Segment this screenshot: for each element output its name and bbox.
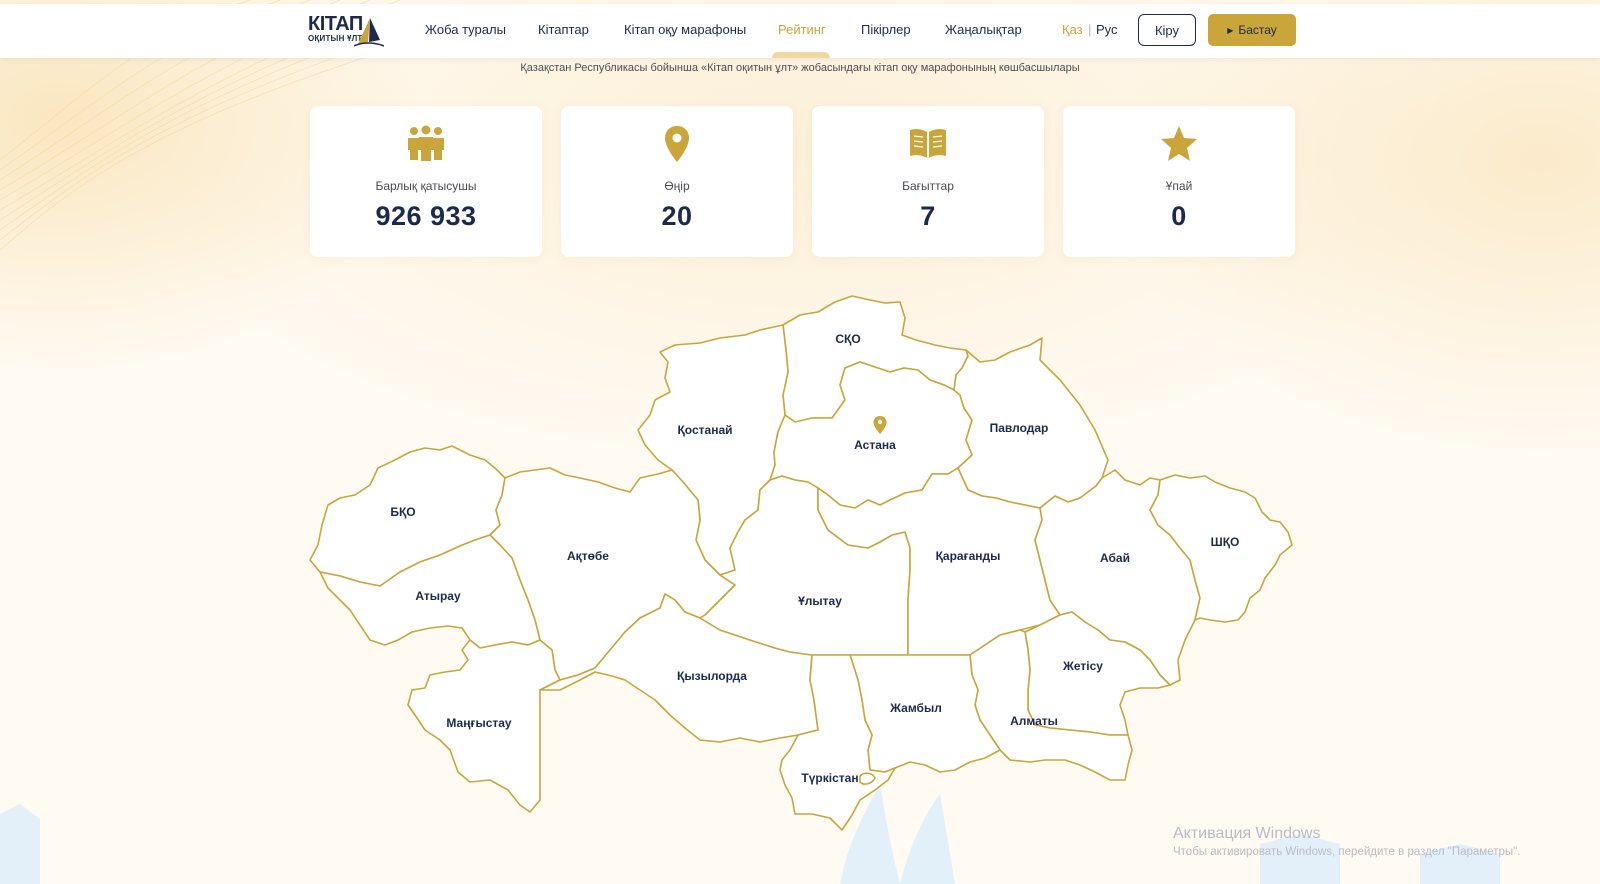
kazakhstan-regions-map: СҚО Қостанай Астана Павлодар БҚО Ақтөбе … <box>309 295 1293 831</box>
region-label: Қызылорда <box>677 669 747 683</box>
region-label: БҚО <box>390 505 415 519</box>
region-label: Қостанай <box>677 423 732 437</box>
region-label: Маңғыстау <box>446 716 512 730</box>
region-label: Ақтөбе <box>567 549 609 563</box>
region-label: Астана <box>854 438 896 452</box>
watermark-subtitle: Чтобы активировать Windows, перейдите в … <box>1173 846 1521 858</box>
region-label: Жетісу <box>1062 659 1103 673</box>
region-label: Жамбыл <box>889 701 942 715</box>
region-label: Қарағанды <box>936 549 1001 563</box>
region-label: Павлодар <box>990 421 1049 435</box>
region-label: ШҚО <box>1211 535 1240 549</box>
region-label: Атырау <box>415 589 461 603</box>
region-label: Алматы <box>1010 714 1058 728</box>
region-label: Түркістан <box>801 771 858 785</box>
region-label: СҚО <box>835 332 860 346</box>
windows-activation-watermark: Активация Windows Чтобы активировать Win… <box>1173 825 1520 858</box>
region-label: Абай <box>1100 551 1130 565</box>
watermark-title: Активация Windows <box>1173 825 1321 842</box>
region-label: Ұлытау <box>798 594 842 608</box>
